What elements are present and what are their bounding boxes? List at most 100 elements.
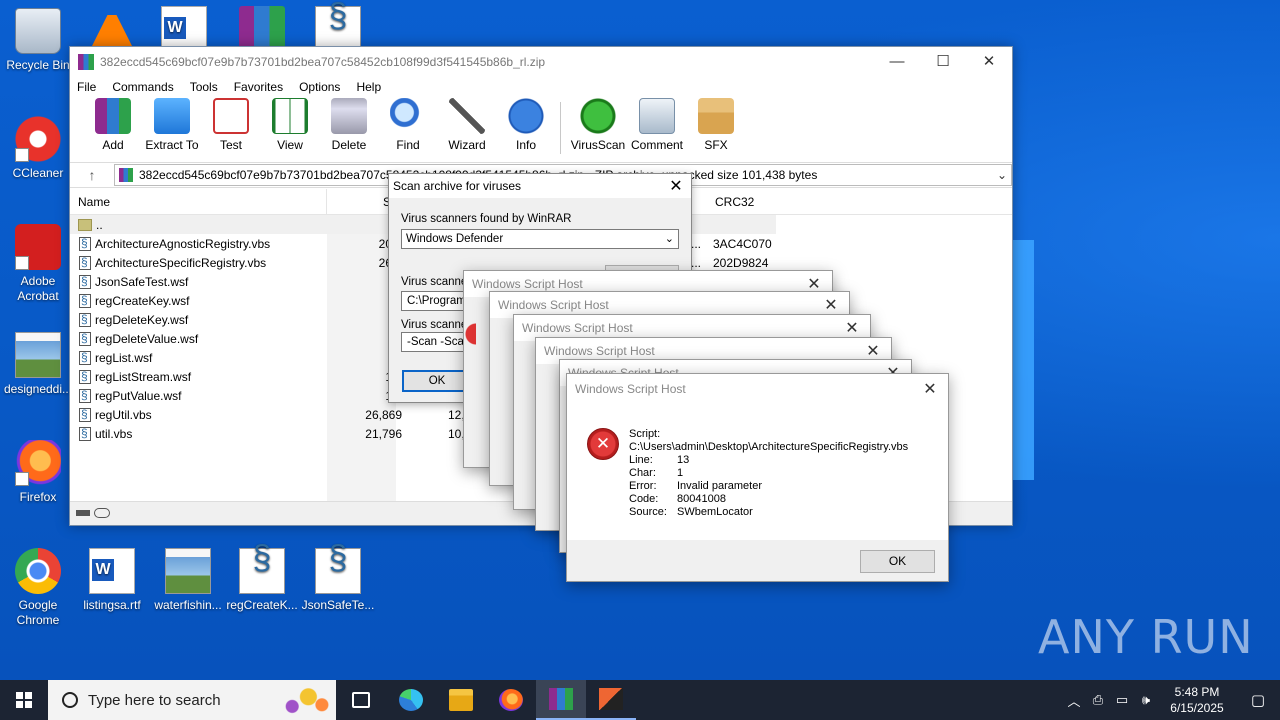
error-field-code: Code: 80041008 [629, 493, 908, 506]
script-file-icon [79, 236, 91, 251]
desktop-icon-regcreatekey[interactable]: regCreateK... [224, 548, 300, 613]
close-icon[interactable]: ✕ [813, 295, 849, 315]
toolbar: Add Extract To Test View Delete Find Wiz… [70, 98, 1012, 162]
view-label: View [277, 138, 303, 152]
desktop-icon-chrome[interactable]: Google Chrome [0, 548, 76, 628]
ok-button[interactable]: OK [402, 370, 472, 392]
file-name: ArchitectureAgnosticRegistry.vbs [95, 236, 271, 251]
close-button[interactable]: ✕ [966, 47, 1012, 76]
delete-button[interactable]: Delete [320, 98, 378, 152]
taskbar-search[interactable]: Type here to search [48, 680, 336, 720]
desktop-icon-label: Recycle Bin [6, 58, 70, 72]
virusscan-button[interactable]: VirusScan [569, 98, 627, 152]
file-name: util.vbs [95, 426, 133, 441]
start-button[interactable] [0, 680, 48, 720]
add-button[interactable]: Add [84, 98, 142, 152]
menu-file[interactable]: File [77, 80, 96, 94]
desktop-icon-designed[interactable]: designeddi... [0, 332, 76, 397]
volume-icon[interactable]: 🕪 [1134, 692, 1158, 708]
field-key: Char: [629, 467, 656, 479]
desktop-icon-label: regCreateK... [226, 598, 298, 612]
virusscan-icon [580, 98, 616, 134]
menubar: File Commands Tools Favorites Options He… [70, 76, 1012, 98]
wizard-button[interactable]: Wizard [438, 98, 496, 152]
scanner-params-label: Virus scanner [401, 319, 472, 331]
network-icon[interactable]: ▭ [1110, 692, 1134, 708]
script-file-icon [79, 293, 91, 308]
winrar-titlebar[interactable]: 382eccd545c69bcf07e9b7b73701bd2bea707c58… [70, 47, 1012, 76]
maximize-button[interactable]: ☐ [920, 47, 966, 76]
taskbar: Type here to search ︿ ⎙ ▭ 🕪 5:48 PM 6/15… [0, 680, 1280, 720]
chevron-down-icon[interactable]: ⌄ [993, 168, 1011, 182]
scanner-params-field[interactable]: -Scan -Scan [401, 332, 471, 352]
zip-icon [119, 168, 133, 182]
add-label: Add [102, 138, 124, 152]
column-size[interactable]: S [327, 195, 397, 209]
edge-icon [399, 689, 423, 711]
minimize-button[interactable]: — [874, 47, 920, 76]
desktop-icon-recycle-bin[interactable]: Recycle Bin [0, 8, 76, 73]
extract-icon [154, 98, 190, 134]
sfx-button[interactable]: SFX [687, 98, 745, 152]
find-button[interactable]: Find [379, 98, 437, 152]
chevron-up-icon[interactable]: ︿ [1062, 691, 1086, 710]
column-name[interactable]: Name [70, 189, 327, 214]
winrar-icon [78, 53, 94, 70]
wsh-title: Windows Script Host [522, 321, 633, 335]
extract-to-button[interactable]: Extract To [143, 98, 201, 152]
taskbar-edge[interactable] [386, 680, 436, 720]
view-button[interactable]: View [261, 98, 319, 152]
file-name: .. [96, 217, 103, 232]
clock[interactable]: 5:48 PM 6/15/2025 [1158, 684, 1236, 716]
recycle-bin-icon [15, 8, 61, 54]
desktop-icon-jsonsafetest[interactable]: JsonSafeTe... [300, 548, 376, 613]
file-crc: 3AC4C070 [713, 236, 772, 251]
find-label: Find [396, 138, 420, 152]
drive-icon[interactable] [76, 510, 90, 516]
menu-help[interactable]: Help [356, 80, 381, 94]
menu-tools[interactable]: Tools [190, 80, 218, 94]
file-name: JsonSafeTest.wsf [95, 274, 189, 289]
notification-icon[interactable]: ▢ [1236, 691, 1280, 709]
scanners-found-label: Virus scanners found by WinRAR [401, 213, 572, 225]
file-name: regUtil.vbs [95, 407, 152, 422]
desktop-icon-listingsa[interactable]: listingsa.rtf [74, 548, 150, 613]
comment-button[interactable]: Comment [628, 98, 686, 152]
acrobat-icon [15, 224, 61, 270]
desktop-icon-acrobat[interactable]: Adobe Acrobat [0, 224, 76, 304]
scanner-path-field[interactable]: C:\Program [401, 291, 471, 311]
taskbar-winrar[interactable] [536, 680, 586, 720]
up-arrow-icon[interactable]: ↑ [70, 167, 114, 183]
taskbar-firefox[interactable] [486, 680, 536, 720]
wsh-titlebar[interactable]: Windows Script Host ✕ [567, 374, 948, 404]
taskbar-script-host[interactable] [586, 680, 636, 720]
column-crc32[interactable]: CRC32 [713, 189, 777, 215]
file-name: regList.wsf [95, 350, 153, 365]
menu-commands[interactable]: Commands [112, 80, 173, 94]
ok-button[interactable]: OK [860, 550, 935, 573]
close-icon[interactable]: ✕ [834, 318, 870, 338]
info-button[interactable]: Info [497, 98, 555, 152]
delete-icon [331, 98, 367, 134]
system-tray: ︿ ⎙ ▭ 🕪 5:48 PM 6/15/2025 ▢ [1062, 680, 1280, 720]
close-icon[interactable]: ✕ [661, 176, 691, 196]
taskbar-explorer[interactable] [436, 680, 486, 720]
menu-options[interactable]: Options [299, 80, 340, 94]
file-crc: 202D9824 [713, 255, 769, 270]
close-icon[interactable]: ✕ [912, 379, 948, 399]
key-icon[interactable] [94, 508, 110, 518]
wizard-label: Wizard [448, 138, 486, 152]
desktop-icon-ccleaner[interactable]: CCleaner [0, 116, 76, 181]
test-button[interactable]: Test [202, 98, 260, 152]
task-view-button[interactable] [336, 680, 386, 720]
script-host-icon [599, 688, 623, 710]
file-truncated: ... [691, 255, 702, 270]
desktop-icon-firefox[interactable]: Firefox [0, 440, 76, 505]
scan-dialog-titlebar[interactable]: Scan archive for viruses ✕ [389, 174, 691, 198]
desktop-icon-waterfishing[interactable]: waterfishin... [150, 548, 226, 613]
scanner-select[interactable]: Windows Defender ⌄ [401, 229, 679, 249]
device-icon[interactable]: ⎙ [1086, 692, 1110, 708]
close-icon[interactable]: ✕ [855, 341, 891, 361]
comment-icon [639, 98, 675, 134]
menu-favorites[interactable]: Favorites [234, 80, 283, 94]
